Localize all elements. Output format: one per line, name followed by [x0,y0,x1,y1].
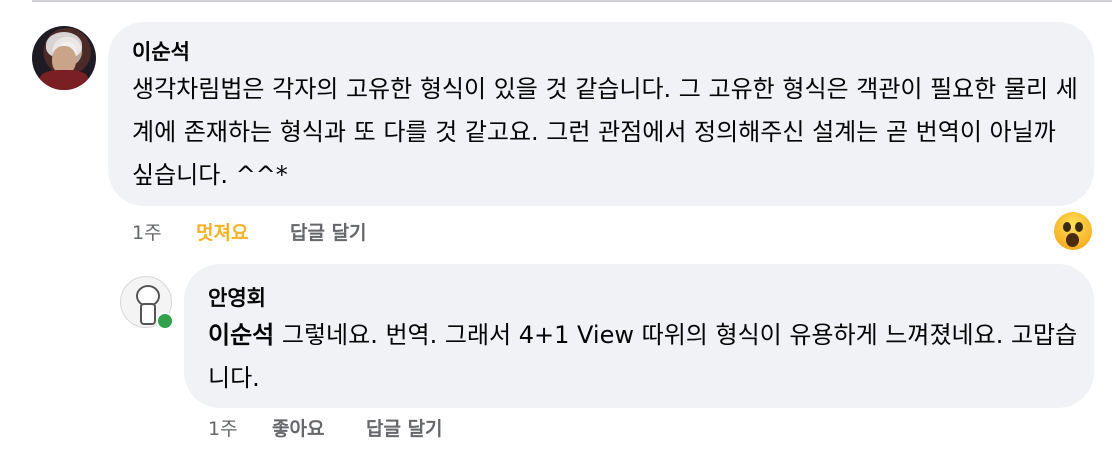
reaction-button[interactable]: 멋져요 [196,218,248,245]
online-status-icon [156,312,174,330]
comment-bubble: 이순석 생각차림법은 각자의 고유한 형식이 있을 것 같습니다. 그 고유한 … [108,22,1094,206]
reply-reply-button[interactable]: 답글 달기 [366,414,443,441]
comment-text: 생각차림법은 각자의 고유한 형식이 있을 것 같습니다. 그 고유한 형식은 … [132,75,1078,189]
avatar-cartoon-body [140,303,156,325]
emoji-eye-left [1063,222,1071,232]
avatar-commenter[interactable] [32,26,96,90]
mention-link[interactable]: 이순석 [208,321,274,349]
reply-bubble: 안영회 이순석 그렇네요. 번역. 그래서 4+1 View 따위의 형식이 유… [184,264,1094,408]
comment-timestamp[interactable]: 1주 [132,218,162,245]
reply-body: 그렇네요. 번역. 그래서 4+1 View 따위의 형식이 유용하게 느껴졌네… [208,321,1078,392]
reply-author[interactable]: 안영회 [208,282,266,312]
reply-timestamp[interactable]: 1주 [208,414,238,441]
avatar-scarf [40,70,88,90]
reply-button[interactable]: 답글 달기 [290,218,367,245]
like-button[interactable]: 좋아요 [272,414,324,441]
emoji-eye-right [1075,222,1083,232]
wow-emoji-icon[interactable] [1054,212,1092,250]
comment-author[interactable]: 이순석 [132,36,190,66]
reply-text: 이순석 그렇네요. 번역. 그래서 4+1 View 따위의 형식이 유용하게 … [208,314,1078,400]
emoji-mouth [1066,233,1079,247]
top-divider [32,0,1112,2]
